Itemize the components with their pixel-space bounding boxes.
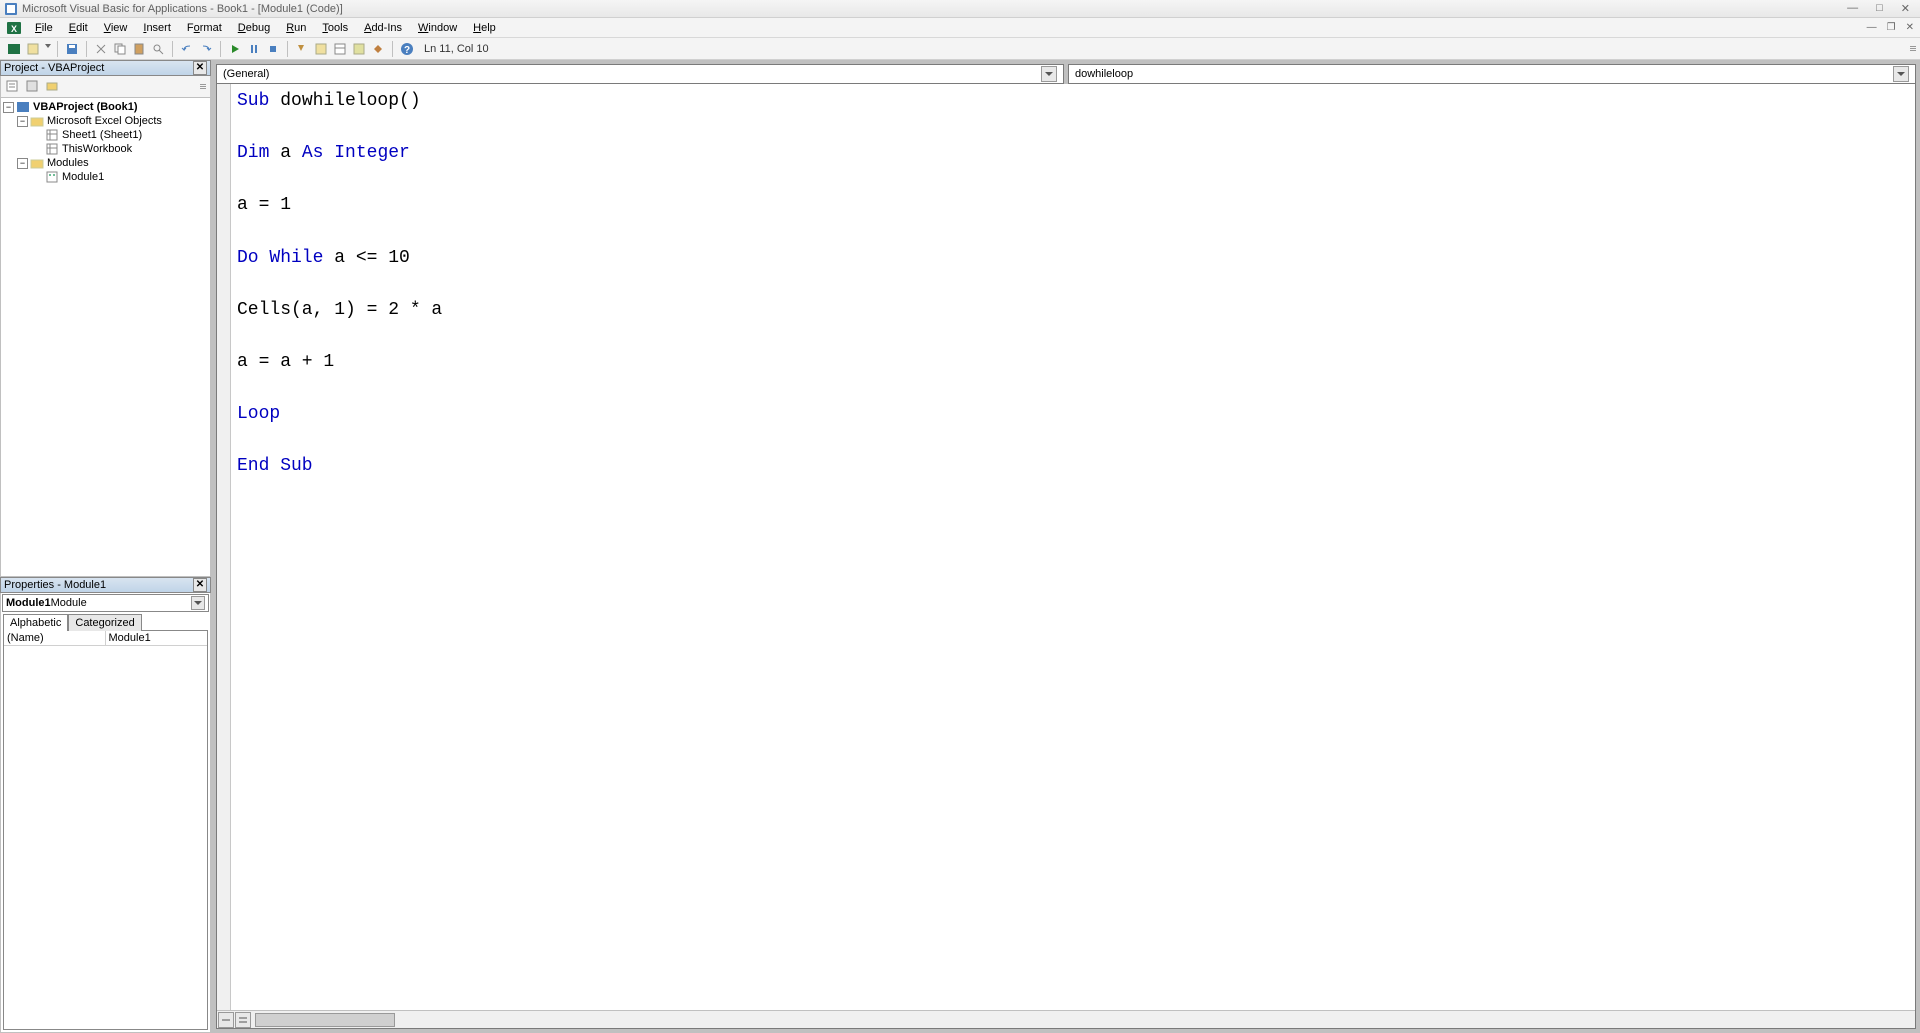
toolbar-handle[interactable] xyxy=(1910,40,1916,58)
save-button[interactable] xyxy=(64,41,80,57)
tree-root[interactable]: − VBAProject (Book1) xyxy=(3,100,208,114)
run-button[interactable] xyxy=(227,41,243,57)
object-browser-button[interactable] xyxy=(351,41,367,57)
mdi-close-button[interactable]: ✕ xyxy=(1906,22,1914,33)
insert-dropdown[interactable] xyxy=(45,44,51,54)
workbook-icon xyxy=(45,143,59,155)
menu-bar: X File Edit View Insert Format Debug Run… xyxy=(0,18,1920,38)
tab-categorized[interactable]: Categorized xyxy=(68,614,141,631)
module-icon xyxy=(45,171,59,183)
menu-addins[interactable]: Add-Ins xyxy=(357,20,409,36)
object-dropdown-button[interactable] xyxy=(1041,66,1057,82)
properties-object-combo[interactable]: Module1 Module xyxy=(2,594,209,612)
menu-insert[interactable]: Insert xyxy=(136,20,178,36)
menu-file[interactable]: File xyxy=(28,20,60,36)
tree-thisworkbook[interactable]: ThisWorkbook xyxy=(45,142,208,156)
menu-view[interactable]: View xyxy=(97,20,135,36)
project-panel-close-button[interactable]: ✕ xyxy=(193,61,207,75)
properties-panel-close-button[interactable]: ✕ xyxy=(193,578,207,592)
sheet-icon xyxy=(45,129,59,141)
full-module-view-button[interactable] xyxy=(235,1012,251,1028)
menu-window[interactable]: Window xyxy=(411,20,464,36)
code-margin[interactable] xyxy=(217,84,231,1010)
view-object-button[interactable] xyxy=(25,79,41,95)
procedure-view-button[interactable] xyxy=(218,1012,234,1028)
paste-button[interactable] xyxy=(131,41,147,57)
tree-modules[interactable]: − Modules xyxy=(17,156,208,170)
properties-window-button[interactable] xyxy=(332,41,348,57)
title-bar: Microsoft Visual Basic for Applications … xyxy=(0,0,1920,18)
app-icon xyxy=(4,2,18,16)
properties-panel-title: Properties - Module1 xyxy=(4,579,106,591)
cut-button[interactable] xyxy=(93,41,109,57)
menu-tools[interactable]: Tools xyxy=(315,20,355,36)
project-icon xyxy=(16,101,30,113)
toolbox-button[interactable] xyxy=(370,41,386,57)
menu-edit[interactable]: Edit xyxy=(62,20,95,36)
toggle-folders-button[interactable] xyxy=(45,79,61,95)
property-row[interactable]: (Name) Module1 xyxy=(4,631,207,646)
menu-run[interactable]: Run xyxy=(279,20,313,36)
copy-button[interactable] xyxy=(112,41,128,57)
tree-module1[interactable]: Module1 xyxy=(45,170,208,184)
minimize-button[interactable]: — xyxy=(1847,2,1858,15)
project-panel-header[interactable]: Project - VBAProject ✕ xyxy=(0,60,211,76)
project-tree[interactable]: − VBAProject (Book1) − Microsoft Excel O… xyxy=(0,98,211,577)
code-content[interactable]: Sub dowhileloop() Dim a As Integer a = 1… xyxy=(217,84,1915,1010)
excel-icon[interactable]: X xyxy=(6,20,22,36)
svg-text:X: X xyxy=(11,24,17,34)
folder-icon xyxy=(30,115,44,127)
break-button[interactable] xyxy=(246,41,262,57)
project-toolbar xyxy=(0,76,211,98)
tab-alphabetic[interactable]: Alphabetic xyxy=(3,614,68,631)
undo-button[interactable] xyxy=(179,41,195,57)
collapse-icon[interactable]: − xyxy=(17,158,28,169)
project-explorer-button[interactable] xyxy=(313,41,329,57)
standard-toolbar: ? Ln 11, Col 10 xyxy=(0,38,1920,60)
object-dropdown[interactable]: (General) xyxy=(216,64,1064,84)
design-mode-button[interactable] xyxy=(294,41,310,57)
menu-help[interactable]: Help xyxy=(466,20,503,36)
properties-grid[interactable]: (Name) Module1 xyxy=(3,630,208,1030)
view-code-button[interactable] xyxy=(5,79,21,95)
help-button[interactable]: ? xyxy=(399,41,415,57)
code-editor[interactable]: Sub dowhileloop() Dim a As Integer a = 1… xyxy=(216,84,1916,1029)
project-panel-title: Project - VBAProject xyxy=(4,62,104,74)
maximize-button[interactable]: □ xyxy=(1876,2,1883,15)
menu-format[interactable]: Format xyxy=(180,20,229,36)
cursor-position-status: Ln 11, Col 10 xyxy=(424,43,489,55)
collapse-icon[interactable]: − xyxy=(17,116,28,127)
close-button[interactable]: ✕ xyxy=(1901,2,1910,15)
menu-debug[interactable]: Debug xyxy=(231,20,277,36)
project-toolbar-handle[interactable] xyxy=(200,84,206,89)
combo-dropdown-button[interactable] xyxy=(191,596,205,610)
properties-panel-header[interactable]: Properties - Module1 ✕ xyxy=(0,577,211,593)
redo-button[interactable] xyxy=(198,41,214,57)
find-button[interactable] xyxy=(150,41,166,57)
tree-sheet1[interactable]: Sheet1 (Sheet1) xyxy=(45,128,208,142)
svg-text:?: ? xyxy=(404,45,410,56)
reset-button[interactable] xyxy=(265,41,281,57)
mdi-minimize-button[interactable]: — xyxy=(1867,22,1877,33)
folder-icon xyxy=(30,157,44,169)
mdi-restore-button[interactable]: ❐ xyxy=(1887,22,1896,33)
window-title: Microsoft Visual Basic for Applications … xyxy=(22,3,1847,15)
insert-module-button[interactable] xyxy=(25,41,41,57)
procedure-dropdown-button[interactable] xyxy=(1893,66,1909,82)
procedure-dropdown[interactable]: dowhileloop xyxy=(1068,64,1916,84)
view-excel-button[interactable] xyxy=(6,41,22,57)
tree-excel-objects[interactable]: − Microsoft Excel Objects xyxy=(17,114,208,128)
collapse-icon[interactable]: − xyxy=(3,102,14,113)
horizontal-scrollbar[interactable] xyxy=(255,1013,395,1027)
